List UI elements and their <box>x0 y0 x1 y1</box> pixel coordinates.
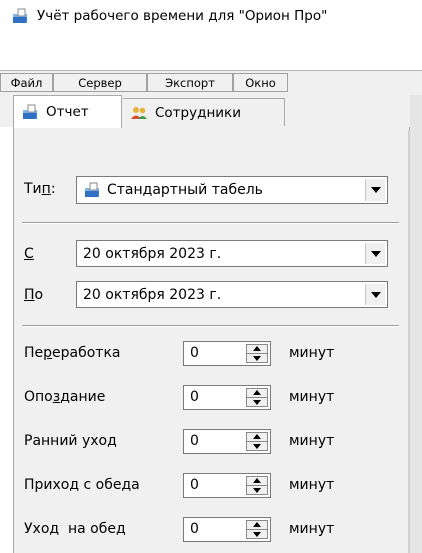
menu-window[interactable]: Окно <box>233 73 288 92</box>
chevron-down-icon[interactable] <box>365 284 385 305</box>
standard-report-icon <box>83 181 101 199</box>
menu-bar: Файл Сервер Экспорт Окно <box>0 70 422 96</box>
early-leave-unit: минут <box>289 433 335 449</box>
spin-down-icon[interactable] <box>253 356 261 361</box>
lunch-leave-unit: минут <box>289 521 335 537</box>
spin-buttons[interactable] <box>246 388 268 407</box>
chevron-down-icon[interactable] <box>365 179 385 201</box>
lunch-return-value: 0 <box>190 477 199 493</box>
spin-up-icon[interactable] <box>253 478 261 483</box>
spin-up-icon[interactable] <box>253 522 261 527</box>
type-label: Тип: <box>24 181 56 197</box>
lunch-leave-stepper[interactable]: 0 <box>183 517 271 542</box>
lateness-unit: минут <box>289 389 335 405</box>
lunch-return-stepper[interactable]: 0 <box>183 473 271 498</box>
separator <box>22 222 399 224</box>
from-date-picker[interactable]: 20 октября 2023 г. <box>76 240 388 267</box>
chevron-down-icon[interactable] <box>365 243 385 264</box>
tab-employees-label: Сотрудники <box>155 104 241 121</box>
from-date-value: 20 октября 2023 г. <box>83 245 222 262</box>
early-leave-value: 0 <box>190 433 199 449</box>
spin-buttons[interactable] <box>246 520 268 539</box>
lateness-value: 0 <box>190 389 199 405</box>
spin-down-icon[interactable] <box>253 488 261 493</box>
spin-down-icon[interactable] <box>253 400 261 405</box>
menu-file[interactable]: Файл <box>0 73 53 92</box>
menu-export[interactable]: Экспорт <box>147 73 233 92</box>
overtime-label: Переработка <box>24 345 121 361</box>
employees-icon <box>130 104 148 122</box>
tab-report[interactable]: Отчет <box>13 95 122 128</box>
spin-buttons[interactable] <box>246 344 268 363</box>
app-report-icon <box>11 7 29 25</box>
panel-shadow <box>408 130 410 553</box>
overtime-unit: минут <box>289 345 335 361</box>
report-icon <box>21 103 39 121</box>
spin-up-icon[interactable] <box>253 434 261 439</box>
title-bar: Учёт рабочего времени для "Орион Про" <box>0 0 422 32</box>
spin-down-icon[interactable] <box>253 532 261 537</box>
spin-buttons[interactable] <box>246 432 268 451</box>
lateness-stepper[interactable]: 0 <box>183 385 271 410</box>
spin-buttons[interactable] <box>246 476 268 495</box>
lateness-label: Опоздание <box>24 389 106 405</box>
window-edge <box>410 95 422 553</box>
spin-up-icon[interactable] <box>253 346 261 351</box>
lunch-leave-label: Уход на обед <box>24 521 126 537</box>
tab-employees[interactable]: Сотрудники <box>123 98 285 126</box>
spin-down-icon[interactable] <box>253 444 261 449</box>
window-title: Учёт рабочего времени для "Орион Про" <box>37 8 328 24</box>
tab-strip: Отчет Сотрудники <box>0 95 422 128</box>
early-leave-label: Ранний уход <box>24 433 117 449</box>
from-date-label: С <box>24 246 34 262</box>
to-date-label: По <box>24 287 44 303</box>
spin-up-icon[interactable] <box>253 390 261 395</box>
overtime-value: 0 <box>190 345 199 361</box>
separator <box>22 325 399 327</box>
to-date-value: 20 октября 2023 г. <box>83 286 222 303</box>
tab-report-label: Отчет <box>46 104 89 120</box>
lunch-return-label: Приход с обеда <box>24 477 140 493</box>
lunch-leave-value: 0 <box>190 521 199 537</box>
early-leave-stepper[interactable]: 0 <box>183 429 271 454</box>
menu-server[interactable]: Сервер <box>53 73 147 92</box>
report-type-value: Стандартный табель <box>107 182 263 198</box>
report-type-select[interactable]: Стандартный табель <box>76 176 388 204</box>
lunch-return-unit: минут <box>289 477 335 493</box>
overtime-stepper[interactable]: 0 <box>183 341 271 366</box>
to-date-picker[interactable]: 20 октября 2023 г. <box>76 281 388 308</box>
